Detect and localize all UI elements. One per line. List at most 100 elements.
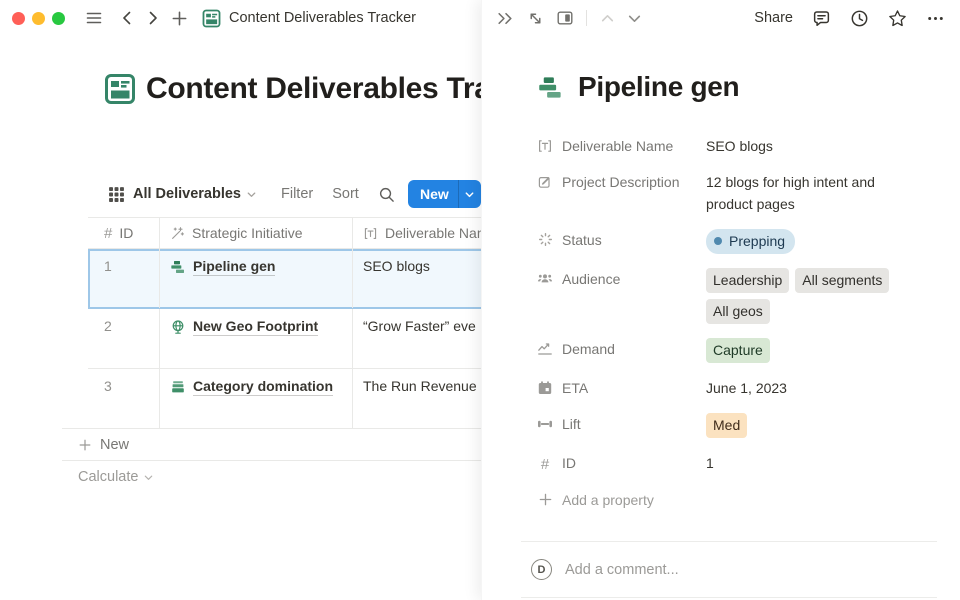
- comment-input-row[interactable]: D Add a comment...: [521, 542, 937, 597]
- property-label[interactable]: Demand: [537, 338, 706, 363]
- updates-clock-button[interactable]: [850, 9, 869, 28]
- new-record-button[interactable]: New: [408, 180, 481, 208]
- green-bars-icon: [537, 74, 564, 101]
- table-header-row: # ID Strategic Initiative Deliverable Na…: [88, 217, 481, 249]
- page-options-button[interactable]: [926, 9, 945, 28]
- cell-deliverable-name[interactable]: The Run Revenue S: [353, 369, 481, 428]
- search-button[interactable]: [378, 186, 395, 203]
- property-label[interactable]: Project Description: [537, 171, 706, 215]
- side-peek-mode-button[interactable]: [556, 9, 574, 27]
- chevron-down-icon: [143, 472, 154, 483]
- view-toolbar: All Deliverables Filter Sort New: [108, 180, 481, 208]
- database-table: # ID Strategic Initiative Deliverable Na…: [88, 217, 481, 429]
- property-label[interactable]: # ID: [537, 452, 706, 475]
- cell-id[interactable]: 1: [88, 249, 160, 308]
- table-row[interactable]: 3 Category domination The Run Revenue S: [88, 369, 481, 429]
- tab-title[interactable]: Content Deliverables Tracker: [229, 10, 416, 26]
- page-header: Content Deliverables Tracker: [104, 72, 481, 106]
- property-value[interactable]: Med: [706, 413, 920, 438]
- column-header-strategic-initiative[interactable]: Strategic Initiative: [160, 218, 353, 248]
- comments-button[interactable]: [812, 9, 831, 28]
- status-pill[interactable]: Prepping: [706, 229, 795, 254]
- minimize-window-button[interactable]: [32, 12, 45, 25]
- hamburger-icon: [85, 9, 103, 27]
- close-window-button[interactable]: [12, 12, 25, 25]
- property-label[interactable]: Status: [537, 229, 706, 254]
- property-value[interactable]: Capture: [706, 338, 920, 363]
- cell-id[interactable]: 2: [88, 309, 160, 368]
- column-header-id[interactable]: # ID: [88, 218, 160, 248]
- cell-deliverable-name[interactable]: “Grow Faster” eve: [353, 309, 481, 368]
- property-value[interactable]: 1: [706, 452, 920, 475]
- page-link[interactable]: Pipeline gen: [170, 258, 342, 276]
- plus-icon: [78, 438, 92, 452]
- property-row-lift: Lift Med: [537, 406, 920, 445]
- property-value[interactable]: Leadership All segments All geos: [706, 268, 920, 324]
- chevron-left-icon: [119, 10, 135, 26]
- cell-strategic-initiative[interactable]: Pipeline gen: [160, 249, 353, 308]
- side-peek-icon: [556, 9, 574, 27]
- favorite-button[interactable]: [888, 9, 907, 28]
- database-icon: [202, 9, 221, 28]
- property-value[interactable]: June 1, 2023: [706, 377, 920, 399]
- lift-tag[interactable]: Med: [706, 413, 747, 438]
- cell-strategic-initiative[interactable]: Category domination: [160, 369, 353, 428]
- new-dropdown-button[interactable]: [459, 189, 481, 200]
- filter-button[interactable]: Filter: [281, 186, 313, 202]
- column-header-deliverable-name[interactable]: Deliverable Name: [353, 218, 481, 248]
- cell-deliverable-name[interactable]: SEO blogs: [353, 249, 481, 308]
- calendar-icon: [537, 380, 553, 396]
- panel-topbar: Share: [482, 0, 960, 36]
- title-property-icon: [363, 226, 378, 241]
- property-label[interactable]: Lift: [537, 413, 706, 438]
- table-view-button[interactable]: [108, 186, 125, 203]
- table-row[interactable]: 1 Pipeline gen SEO blogs: [88, 249, 481, 309]
- chevron-right-icon: [145, 10, 161, 26]
- user-avatar: D: [531, 559, 552, 580]
- record-title-row: Pipeline gen: [537, 71, 739, 103]
- view-name[interactable]: All Deliverables: [133, 186, 241, 202]
- table-new-row-button[interactable]: New: [62, 428, 481, 461]
- page-icon[interactable]: [104, 73, 136, 105]
- record-icon[interactable]: [537, 74, 564, 101]
- table-row[interactable]: 2 New Geo Footprint “Grow Faster” eve: [88, 309, 481, 369]
- property-row-audience: Audience Leadership All segments All geo…: [537, 261, 920, 331]
- property-value[interactable]: SEO blogs: [706, 135, 920, 157]
- property-value[interactable]: 12 blogs for high intent and product pag…: [706, 171, 920, 215]
- property-label[interactable]: Deliverable Name: [537, 135, 706, 157]
- sidebar-toggle-button[interactable]: [85, 9, 103, 27]
- nav-back-button[interactable]: [119, 10, 135, 26]
- page-link[interactable]: Category domination: [170, 378, 342, 396]
- trend-chart-icon: [537, 341, 553, 357]
- chevron-down-icon: [464, 189, 475, 200]
- cell-id[interactable]: 3: [88, 369, 160, 428]
- audience-tag[interactable]: All segments: [795, 268, 889, 293]
- audience-tag[interactable]: Leadership: [706, 268, 789, 293]
- property-label[interactable]: ETA: [537, 377, 706, 399]
- close-peek-button[interactable]: [496, 9, 515, 28]
- share-button[interactable]: Share: [754, 10, 793, 26]
- property-row-demand: Demand Capture: [537, 331, 920, 370]
- new-tab-button[interactable]: [171, 10, 188, 27]
- edit-icon: [537, 174, 553, 190]
- open-full-page-button[interactable]: [527, 10, 544, 27]
- audience-tag[interactable]: All geos: [706, 299, 770, 324]
- page-title[interactable]: Content Deliverables Tracker: [146, 72, 481, 106]
- cell-strategic-initiative[interactable]: New Geo Footprint: [160, 309, 353, 368]
- sort-button[interactable]: Sort: [332, 186, 359, 202]
- comment-input[interactable]: Add a comment...: [565, 562, 679, 578]
- previous-record-button[interactable]: [599, 10, 616, 27]
- property-label[interactable]: Audience: [537, 268, 706, 324]
- view-dropdown-button[interactable]: [246, 189, 257, 200]
- add-property-button[interactable]: Add a property: [537, 482, 920, 518]
- page-link[interactable]: New Geo Footprint: [170, 318, 342, 336]
- demand-tag[interactable]: Capture: [706, 338, 770, 363]
- property-value[interactable]: Prepping: [706, 229, 920, 254]
- search-icon: [378, 186, 395, 203]
- record-title[interactable]: Pipeline gen: [578, 71, 739, 103]
- nav-forward-button[interactable]: [145, 10, 161, 26]
- calculate-button[interactable]: Calculate: [62, 461, 481, 493]
- next-record-button[interactable]: [626, 10, 643, 27]
- property-row-project-description: Project Description 12 blogs for high in…: [537, 164, 920, 222]
- zoom-window-button[interactable]: [52, 12, 65, 25]
